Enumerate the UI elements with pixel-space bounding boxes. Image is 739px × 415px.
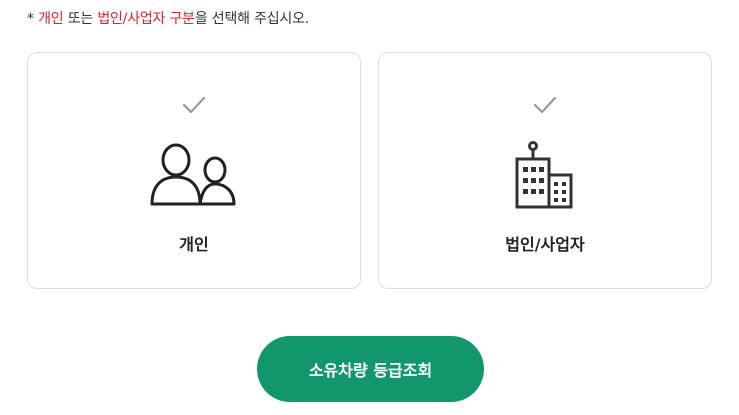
selection-notice: * 개인 또는 법인/사업자 구분을 선택해 주십시오.	[27, 8, 309, 28]
option-card-business[interactable]: 법인/사업자	[378, 52, 712, 289]
option-card-personal[interactable]: 개인	[27, 52, 361, 289]
vehicle-grade-lookup-button[interactable]: 소유차량 등급조회	[257, 336, 484, 402]
building-icon	[515, 141, 573, 209]
notice-highlight-business: 법인/사업자 구분	[97, 11, 195, 27]
notice-prefix: *	[27, 11, 39, 27]
notice-suffix: 을 선택해 주십시오.	[194, 11, 310, 27]
option-label-personal: 개인	[179, 235, 209, 254]
notice-highlight-personal: 개인	[38, 11, 64, 27]
option-label-business: 법인/사업자	[505, 235, 585, 254]
check-icon	[182, 96, 206, 114]
notice-connector: 또는	[63, 11, 98, 27]
check-icon	[533, 96, 557, 114]
people-icon	[150, 143, 236, 206]
